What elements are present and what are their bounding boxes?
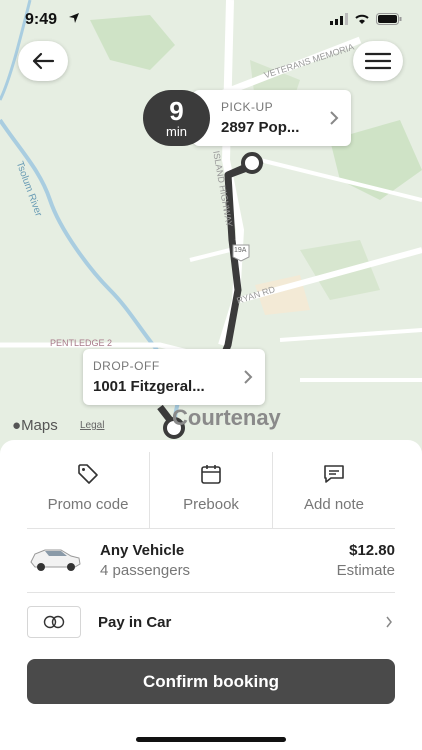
back-button[interactable] xyxy=(18,41,68,81)
pickup-label: PICK-UP xyxy=(221,100,274,114)
apple-logo-icon: ● xyxy=(12,417,22,434)
status-bar: 9:49 xyxy=(0,0,422,40)
location-arrow-icon xyxy=(69,13,79,23)
dropoff-card[interactable]: DROP-OFF 1001 Fitzgeral... xyxy=(83,349,265,405)
pickup-details[interactable]: PICK-UP 2897 Pop... xyxy=(193,90,351,146)
payment-method-row[interactable]: Pay in Car xyxy=(27,592,395,652)
tag-icon xyxy=(78,464,98,484)
prebook-button[interactable]: Prebook xyxy=(149,452,272,528)
dropoff-label: DROP-OFF xyxy=(93,359,160,373)
eta-badge: 9 min xyxy=(143,90,210,146)
card-circles-icon xyxy=(43,615,65,629)
payment-label: Pay in Car xyxy=(98,614,172,631)
confirm-booking-button[interactable]: Confirm booking xyxy=(27,659,395,704)
signal-icon xyxy=(330,13,348,25)
chevron-right-icon xyxy=(386,616,392,628)
wifi-icon xyxy=(355,14,369,24)
pickup-address: 2897 Pop... xyxy=(221,119,300,136)
calendar-icon xyxy=(201,465,221,484)
battery-icon xyxy=(376,13,402,25)
dropoff-address: 1001 Fitzgeral... xyxy=(93,378,205,395)
action-bar: Promo code Prebook Add note xyxy=(27,452,395,529)
note-icon xyxy=(324,465,344,483)
vehicle-name: Any Vehicle xyxy=(100,542,185,559)
add-note-button[interactable]: Add note xyxy=(272,452,395,528)
maps-label: Maps xyxy=(21,417,58,434)
fare-price: $12.80 xyxy=(349,542,395,559)
status-icons xyxy=(330,13,402,25)
hamburger-icon xyxy=(365,52,391,70)
map-label-shield: 19A xyxy=(234,247,247,254)
status-time: 9:49 xyxy=(25,11,58,28)
vehicle-passengers: 4 passengers xyxy=(100,562,191,579)
maps-logo: ●Maps xyxy=(12,417,58,434)
chevron-right-icon xyxy=(244,370,253,384)
eta-value: 9 xyxy=(169,96,184,126)
menu-button[interactable] xyxy=(353,41,403,81)
vehicle-option[interactable]: Any Vehicle 4 passengers $12.80 Estimate xyxy=(27,528,395,593)
home-indicator xyxy=(136,737,286,742)
fare-note: Estimate xyxy=(336,562,395,579)
eta-unit: min xyxy=(166,124,187,139)
map-city-label: Courtenay xyxy=(172,405,281,430)
booking-sheet: Promo code Prebook Add note Any Vehicle … xyxy=(0,440,422,750)
back-arrow-icon xyxy=(32,52,55,70)
promo-code-label: Promo code xyxy=(47,496,129,513)
pickup-card[interactable]: 9 min PICK-UP 2897 Pop... xyxy=(143,90,351,146)
add-note-label: Add note xyxy=(303,496,365,513)
payment-icon-box xyxy=(27,606,81,638)
prebook-label: Prebook xyxy=(183,496,239,513)
promo-code-button[interactable]: Promo code xyxy=(27,452,149,528)
chevron-right-icon xyxy=(330,111,339,125)
legal-link[interactable]: Legal xyxy=(80,420,104,431)
car-icon xyxy=(30,549,81,571)
map-label-area: PENTLEDGE 2 xyxy=(50,338,113,348)
